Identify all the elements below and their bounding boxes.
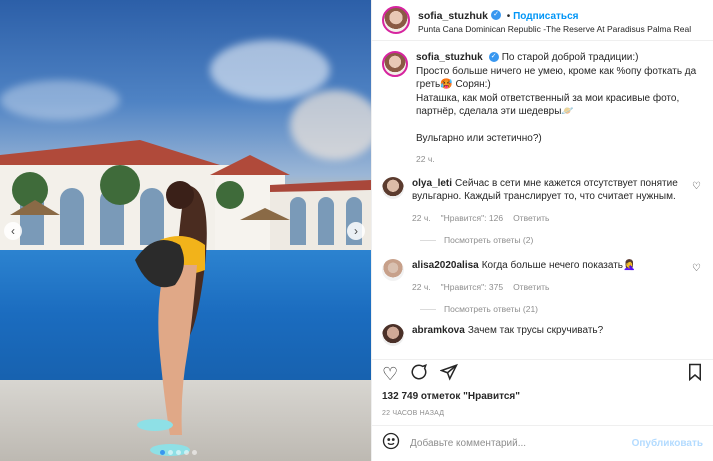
people-figure <box>135 181 207 456</box>
publish-button[interactable]: Опубликовать <box>632 438 703 449</box>
comment-username[interactable]: olya_leti <box>412 178 452 189</box>
chevron-left-icon: ‹ <box>11 224 15 238</box>
carousel-indicator <box>160 450 197 455</box>
verified-badge-icon: ✓ <box>488 52 499 63</box>
comment-text: Зачем так трусы скручивать? <box>467 325 604 336</box>
avatar[interactable] <box>382 51 408 77</box>
reply-button[interactable]: Ответить <box>513 212 549 226</box>
location-link[interactable]: Punta Cana Dominican Republic -The Reser… <box>418 24 703 34</box>
carousel-dot <box>184 450 189 455</box>
follow-button[interactable]: Подписаться <box>513 11 578 22</box>
comment-icon[interactable] <box>410 363 428 386</box>
comment-item: alisa2020alisa Когда больше нечего показа… <box>382 259 703 294</box>
carousel-dot <box>160 450 165 455</box>
reply-button[interactable]: Ответить <box>513 281 549 295</box>
header-username[interactable]: sofia_stuzhuk <box>418 10 488 22</box>
comment-likes[interactable]: "Нравится": 126 <box>441 212 503 226</box>
heart-icon[interactable]: ♡ <box>382 364 398 385</box>
paper-plane-icon[interactable] <box>439 363 459 386</box>
avatar[interactable] <box>382 176 404 199</box>
comment-time[interactable]: 22 ч. <box>412 212 431 226</box>
comment-input[interactable] <box>410 438 622 449</box>
likes-count[interactable]: 132 749 отметок "Нравится" <box>372 389 713 404</box>
caption-time[interactable]: 22 ч. <box>416 153 435 167</box>
comment-time[interactable]: 22 ч. <box>412 281 431 295</box>
comment-item: abramkova Зачем так трусы скручивать? <box>382 324 703 346</box>
verified-badge-icon: ✓ <box>491 9 502 20</box>
smiley-icon[interactable] <box>382 432 400 455</box>
avatar[interactable] <box>382 324 404 346</box>
comment-likes[interactable]: "Нравится": 375 <box>441 281 503 295</box>
comments-list[interactable]: sofia_stuzhuk ✓ По старой доброй традиции:… <box>372 41 713 359</box>
divider <box>420 308 436 310</box>
view-replies-button[interactable]: Посмотреть ответы (21) <box>420 304 703 314</box>
post-timestamp[interactable]: 22 ЧАСОВ НАЗАД <box>372 404 713 425</box>
carousel-dot <box>192 450 197 455</box>
comment-like-heart-icon[interactable]: ♡ <box>692 263 701 274</box>
comment-like-heart-icon[interactable]: ♡ <box>692 181 701 192</box>
cloud <box>210 40 330 100</box>
post-header: sofia_stuzhuk ✓ • Подписаться Punta Cana … <box>372 0 713 41</box>
post-viewer: ‹ › sofia_stuzhuk ✓ • Подписаться Punta C… <box>0 0 713 461</box>
comment-username[interactable]: abramkova <box>412 325 465 336</box>
chevron-right-icon: › <box>354 224 358 238</box>
add-comment-bar: Опубликовать <box>372 425 713 461</box>
avatar[interactable] <box>382 259 404 281</box>
carousel-dot <box>168 450 173 455</box>
view-replies-label: Посмотреть ответы (21) <box>444 304 538 314</box>
view-replies-button[interactable]: Посмотреть ответы (2) <box>420 235 703 245</box>
caption: sofia_stuzhuk ✓ По старой доброй традиции:… <box>382 51 703 167</box>
next-photo-button[interactable]: › <box>347 222 365 240</box>
carousel-dot <box>176 450 181 455</box>
divider <box>420 239 436 241</box>
post-side-panel: sofia_stuzhuk ✓ • Подписаться Punta Cana … <box>371 0 713 461</box>
bookmark-icon[interactable] <box>687 363 703 386</box>
cloud <box>0 80 120 120</box>
caption-line: Наташка, как мой ответственный за мои кр… <box>416 92 680 118</box>
comment-item: olya_leti Сейчас в сети мне кажется отсут… <box>382 176 703 226</box>
comment-text: Когда больше нечего показать🤦‍♀️ <box>481 260 636 271</box>
comment-username[interactable]: alisa2020alisa <box>412 260 479 271</box>
caption-line: Вульгарно или эстетично?) <box>416 132 542 144</box>
caption-line: По старой доброй традиции:) <box>501 52 639 63</box>
post-photo[interactable]: ‹ › <box>0 0 371 461</box>
caption-username[interactable]: sofia_stuzhuk <box>416 52 483 63</box>
previous-photo-button[interactable]: ‹ <box>4 222 22 240</box>
view-replies-label: Посмотреть ответы (2) <box>444 235 534 245</box>
caption-line: Просто больше ничего не умею, кроме как … <box>416 65 697 91</box>
action-bar: ♡ <box>372 359 713 389</box>
avatar[interactable] <box>382 6 410 34</box>
